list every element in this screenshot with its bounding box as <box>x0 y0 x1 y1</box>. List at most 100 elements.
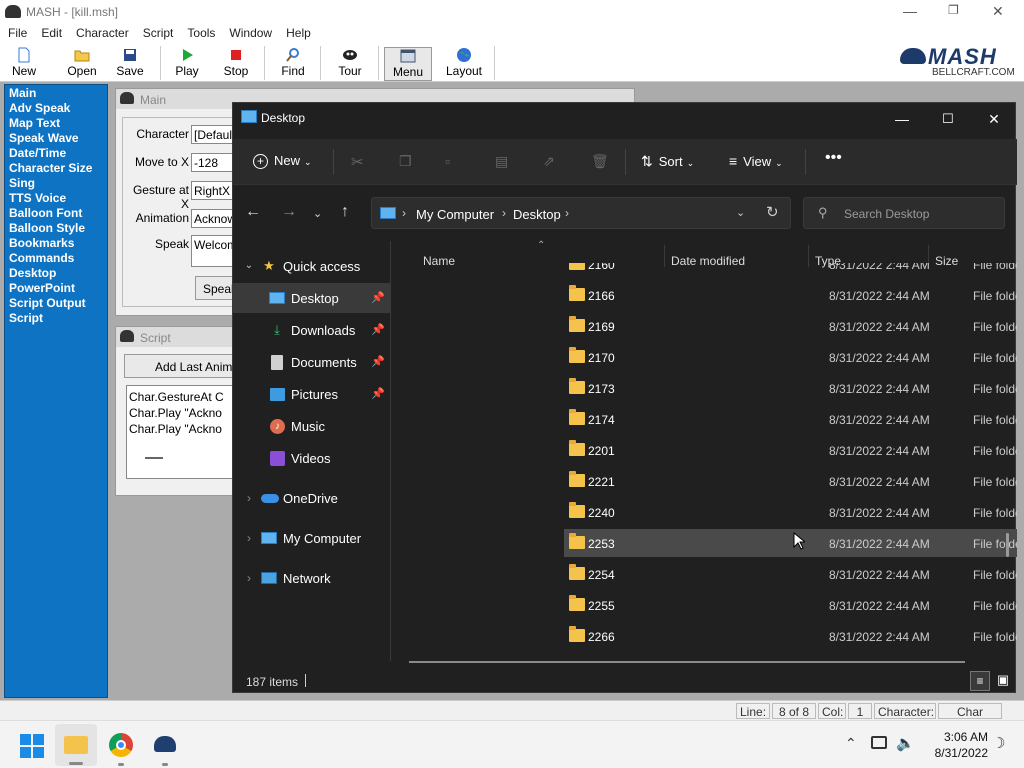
table-row[interactable]: 2201 8/31/2022 2:44 AM File folder <box>564 436 1017 464</box>
nav-quick-access[interactable]: ⌄ ★ Quick access <box>233 251 391 281</box>
sidebar-item-balloon-style[interactable]: Balloon Style <box>5 221 107 236</box>
menu-character[interactable]: Character <box>68 24 135 40</box>
paste-icon[interactable]: ▫ <box>445 153 450 169</box>
clock[interactable]: 3:06 AM 8/31/2022 <box>922 729 988 761</box>
explorer-close-button[interactable]: ✕ <box>971 105 1017 133</box>
restore-button[interactable]: ❐ <box>948 3 959 17</box>
table-row[interactable]: 2255 8/31/2022 2:44 AM File folder <box>564 591 1017 619</box>
table-row[interactable]: 2266 8/31/2022 2:44 AM File folder <box>564 622 1017 650</box>
focus-moon-icon[interactable]: ☽ <box>992 734 1005 752</box>
play-button[interactable]: Play <box>170 47 204 81</box>
scroll-thumb[interactable] <box>145 457 163 459</box>
layout-button[interactable]: Layout <box>442 47 486 81</box>
menu-script[interactable]: Script <box>135 24 180 40</box>
table-row[interactable]: 2221 8/31/2022 2:44 AM File folder <box>564 467 1017 495</box>
sidebar-item-sing[interactable]: Sing <box>5 176 107 191</box>
mash-taskbar-icon[interactable] <box>154 736 176 752</box>
navigation-pane: ⌄ ★ Quick access Desktop 📌 ⤓ Downloads 📌… <box>233 241 391 661</box>
menu-tools[interactable]: Tools <box>179 24 221 40</box>
sidebar-item-bookmarks[interactable]: Bookmarks <box>5 236 107 251</box>
details-view-icon[interactable]: ≡ <box>970 671 990 691</box>
search-box[interactable]: ⚲ Search Desktop <box>803 197 1005 229</box>
vertical-scrollbar-thumb[interactable] <box>1006 533 1009 557</box>
more-options-icon[interactable]: ••• <box>825 149 842 167</box>
sidebar-item-balloon-font[interactable]: Balloon Font <box>5 206 107 221</box>
table-row[interactable]: 2173 8/31/2022 2:44 AM File folder <box>564 374 1017 402</box>
delete-icon[interactable]: 🗑 <box>591 153 609 170</box>
sidebar-item-script[interactable]: Script <box>5 311 107 326</box>
script-editor[interactable]: Char.GestureAt C Char.Play "Ackno Char.P… <box>126 385 246 479</box>
find-button[interactable]: Find <box>276 47 310 81</box>
sidebar-item-desktop[interactable]: Desktop <box>5 266 107 281</box>
explorer-minimize-button[interactable]: — <box>879 105 925 133</box>
table-row[interactable]: 2254 8/31/2022 2:44 AM File folder <box>564 560 1017 588</box>
sidebar-item-powerpoint[interactable]: PowerPoint <box>5 281 107 296</box>
forward-arrow-icon[interactable]: → <box>281 203 297 221</box>
clock-time: 3:06 AM <box>943 730 988 744</box>
sidebar-item-script-output[interactable]: Script Output <box>5 296 107 311</box>
table-row[interactable]: 2166 8/31/2022 2:44 AM File folder <box>564 281 1017 309</box>
menu-toggle-button[interactable]: Menu <box>384 47 432 81</box>
breadcrumb-desktop[interactable]: Desktop <box>513 207 561 222</box>
nav-desktop[interactable]: Desktop 📌 <box>233 283 391 313</box>
volume-icon[interactable]: 🔈 <box>896 734 915 752</box>
stop-button[interactable]: Stop <box>218 47 254 81</box>
tour-button[interactable]: Tour <box>332 47 368 81</box>
view-button[interactable]: ≡ View ⌄ <box>729 153 783 169</box>
menu-edit[interactable]: Edit <box>33 24 68 40</box>
file-name: 2174 <box>588 413 615 427</box>
menu-help[interactable]: Help <box>278 24 317 40</box>
sort-button[interactable]: ⇅ Sort ⌄ <box>641 153 694 170</box>
menu-file[interactable]: File <box>0 24 33 40</box>
chrome-icon[interactable] <box>109 733 133 757</box>
taskbar-file-explorer-active[interactable] <box>55 724 97 766</box>
table-row[interactable]: 2160 8/31/2022 2:44 AM File folder <box>564 263 1017 278</box>
up-arrow-icon[interactable]: ↑ <box>341 203 349 221</box>
nav-pictures[interactable]: Pictures 📌 <box>233 379 391 409</box>
share-icon[interactable]: ⇗ <box>543 153 555 170</box>
nav-documents[interactable]: Documents 📌 <box>233 347 391 377</box>
sidebar-item-commands[interactable]: Commands <box>5 251 107 266</box>
sidebar-item-character-size[interactable]: Character Size <box>5 161 107 176</box>
nav-my-computer[interactable]: › My Computer <box>233 523 391 553</box>
refresh-icon[interactable]: ↻ <box>766 203 779 221</box>
horizontal-scrollbar-thumb[interactable] <box>409 661 965 663</box>
open-button[interactable]: Open <box>62 47 102 81</box>
table-row[interactable]: 2170 8/31/2022 2:44 AM File folder <box>564 343 1017 371</box>
address-dropdown-icon[interactable]: ⌄ <box>736 206 745 219</box>
rename-icon[interactable]: ▤ <box>495 153 508 170</box>
large-icons-view-icon[interactable]: ▣ <box>993 671 1013 691</box>
table-row[interactable]: 2169 8/31/2022 2:44 AM File folder <box>564 312 1017 340</box>
recent-locations-chevron-icon[interactable]: ⌄ <box>313 207 322 220</box>
menu-window[interactable]: Window <box>221 24 278 40</box>
breadcrumb-my-computer[interactable]: My Computer <box>416 207 494 222</box>
nav-network[interactable]: › Network <box>233 563 391 593</box>
cut-icon[interactable]: ✂ <box>351 153 364 171</box>
sidebar-item-map-text[interactable]: Map Text <box>5 116 107 131</box>
address-bar[interactable]: › My Computer › Desktop › ⌄ ↻ <box>371 197 791 229</box>
sidebar-item-main[interactable]: Main <box>5 86 107 101</box>
network-monitor-icon[interactable] <box>871 736 887 749</box>
new-item-button[interactable]: + New ⌄ <box>253 153 312 169</box>
copy-icon[interactable]: ❐ <box>399 153 412 170</box>
sidebar-item-tts-voice[interactable]: TTS Voice <box>5 191 107 206</box>
minimize-button[interactable]: — <box>903 3 917 19</box>
close-button[interactable]: ✕ <box>992 3 1004 20</box>
new-button[interactable]: New <box>6 47 42 81</box>
save-button[interactable]: Save <box>112 47 148 81</box>
nav-onedrive[interactable]: › OneDrive <box>233 483 391 513</box>
windows-start-icon[interactable] <box>20 734 44 758</box>
sidebar-item-date-time[interactable]: Date/Time <box>5 146 107 161</box>
nav-videos[interactable]: Videos <box>233 443 391 473</box>
tray-chevron-up-icon[interactable]: ⌃ <box>845 735 857 752</box>
table-row[interactable]: 2240 8/31/2022 2:44 AM File folder <box>564 498 1017 526</box>
table-row[interactable]: 2174 8/31/2022 2:44 AM File folder <box>564 405 1017 433</box>
nav-music[interactable]: ♪ Music <box>233 411 391 441</box>
sidebar-item-adv-speak[interactable]: Adv Speak <box>5 101 107 116</box>
table-row-hovered[interactable]: 2253 8/31/2022 2:44 AM File folder <box>564 529 1017 557</box>
explorer-maximize-button[interactable]: ☐ <box>925 105 971 133</box>
sidebar-item-speak-wave[interactable]: Speak Wave <box>5 131 107 146</box>
back-arrow-icon[interactable]: ← <box>245 203 261 221</box>
nav-downloads[interactable]: ⤓ Downloads 📌 <box>233 315 391 345</box>
file-type: File folder <box>973 568 1017 582</box>
